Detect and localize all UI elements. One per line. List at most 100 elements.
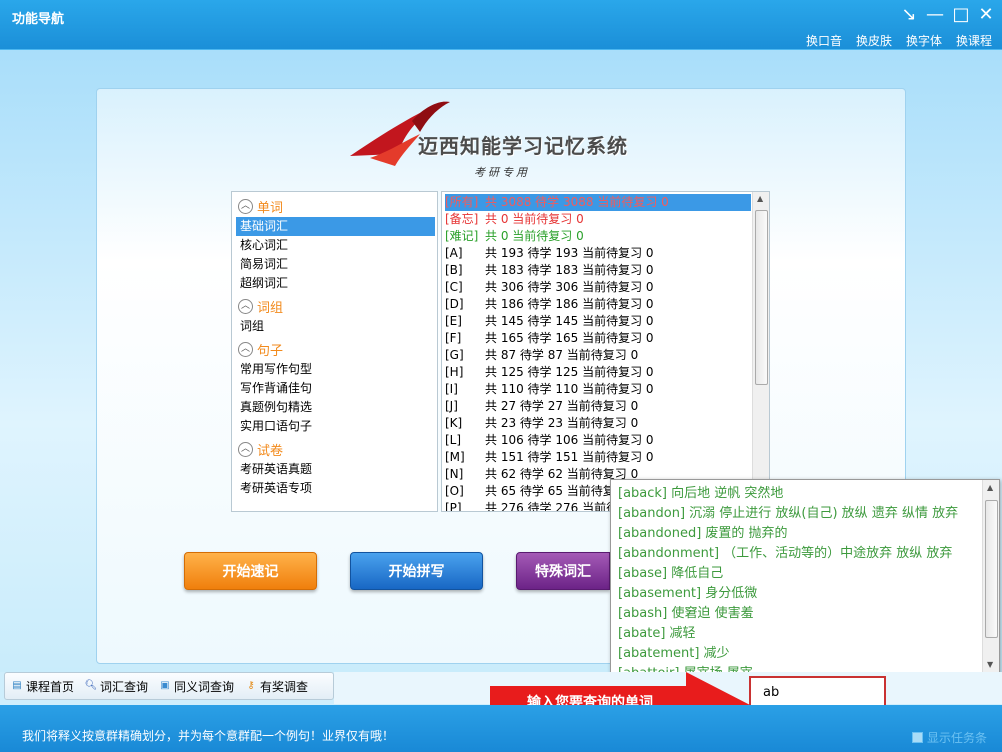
category-list[interactable]: ︿ 单词 基础词汇 核心词汇 简易词汇 超纲词汇 ︿ 词组 词组 ︿ 句子 常用…	[231, 191, 438, 512]
suggestion-scrollbar[interactable]: ▲ ▼	[982, 480, 999, 675]
word-search-input[interactable]	[751, 678, 884, 706]
word-group-key: [L]	[445, 433, 462, 447]
word-group-row[interactable]: [B] 共 183 待学 183 当前待复习 0	[445, 262, 751, 279]
category-item-beyond[interactable]: 超纲词汇	[236, 274, 435, 293]
monitor-icon: ▣	[160, 680, 170, 691]
word-group-key: [H]	[445, 365, 464, 379]
word-group-row[interactable]: [所有] 共 3088 待学 3088 当前待复习 0	[445, 194, 751, 211]
word-group-row[interactable]: [J] 共 27 待学 27 当前待复习 0	[445, 398, 751, 415]
word-group-key: [O]	[445, 484, 464, 498]
change-accent-link[interactable]: 换口音	[806, 32, 842, 49]
word-group-row[interactable]: [G] 共 87 待学 87 当前待复习 0	[445, 347, 751, 364]
vocab-query-button[interactable]: 🔍︎ 词汇查询	[79, 678, 153, 695]
category-item-core[interactable]: 核心词汇	[236, 236, 435, 255]
maximize-icon[interactable]: □	[950, 4, 972, 26]
change-course-link[interactable]: 换课程	[956, 32, 992, 49]
word-group-key: [N]	[445, 467, 464, 481]
word-group-row[interactable]: [难记] 共 0 当前待复习 0	[445, 228, 751, 245]
word-group-row[interactable]: [C] 共 306 待学 306 当前待复习 0	[445, 279, 751, 296]
suggestion-item[interactable]: [abasement] 身分低微	[618, 584, 757, 604]
suggestion-item[interactable]: [abase] 降低自己	[618, 564, 723, 584]
suggestion-item[interactable]: [abatement] 减少	[618, 644, 730, 664]
word-group-stats: 共 186 待学 186 当前待复习 0	[485, 297, 654, 311]
scroll-up-icon[interactable]: ▲	[757, 194, 763, 203]
word-group-key: [G]	[445, 348, 464, 362]
category-header-exams[interactable]: ︿ 试卷	[238, 439, 283, 459]
start-memorize-button[interactable]: 开始速记	[184, 552, 317, 590]
scrollbar-thumb[interactable]	[755, 210, 768, 385]
word-group-stats: 共 27 待学 27 当前待复习 0	[485, 399, 639, 413]
suggestion-item[interactable]: [aback] 向后地 逆帆 突然地	[618, 484, 783, 504]
word-group-row[interactable]: [L] 共 106 待学 106 当前待复习 0	[445, 432, 751, 449]
word-group-stats: 共 125 待学 125 当前待复习 0	[485, 365, 654, 379]
word-group-stats: 共 23 待学 23 当前待复习 0	[485, 416, 639, 430]
word-group-key: [P]	[445, 501, 462, 512]
word-group-stats: 共 306 待学 306 当前待复习 0	[485, 280, 654, 294]
change-skin-link[interactable]: 换皮肤	[856, 32, 892, 49]
word-group-key: [K]	[445, 416, 463, 430]
word-group-key: [A]	[445, 246, 463, 260]
word-search-box[interactable]	[749, 676, 886, 708]
category-item-basic[interactable]: 基础词汇	[236, 217, 435, 236]
word-group-stats: 共 3088 待学 3088 当前待复习 0	[485, 195, 669, 209]
category-item-easy[interactable]: 简易词汇	[236, 255, 435, 274]
word-group-key: [难记]	[445, 229, 479, 243]
restore-arrow-icon[interactable]: ↘	[898, 4, 920, 26]
suggestion-item[interactable]: [abash] 使窘迫 使害羞	[618, 604, 754, 624]
book-icon: ▤	[12, 680, 22, 691]
scroll-down-icon[interactable]: ▼	[987, 660, 993, 669]
category-item-writing-patterns[interactable]: 常用写作句型	[236, 360, 435, 379]
word-group-row[interactable]: [D] 共 186 待学 186 当前待复习 0	[445, 296, 751, 313]
category-item-past-exams[interactable]: 考研英语真题	[236, 460, 435, 479]
suggestion-item[interactable]: [abandoned] 废置的 抛弃的	[618, 524, 788, 544]
word-group-key: [I]	[445, 382, 458, 396]
minimize-icon[interactable]: —	[924, 4, 946, 26]
collapse-icon: ︿	[238, 441, 253, 457]
word-group-key: [F]	[445, 331, 462, 345]
category-item-special-exams[interactable]: 考研英语专项	[236, 479, 435, 498]
checkbox-icon[interactable]	[912, 732, 923, 743]
word-group-stats: 共 193 待学 193 当前待复习 0	[485, 246, 654, 260]
category-item-oral-sentences[interactable]: 实用口语句子	[236, 417, 435, 436]
show-taskbar-toggle[interactable]: 显示任务条	[912, 729, 987, 746]
course-home-button[interactable]: ▤ 课程首页	[5, 678, 79, 695]
word-group-row[interactable]: [F] 共 165 待学 165 当前待复习 0	[445, 330, 751, 347]
word-group-stats: 共 110 待学 110 当前待复习 0	[485, 382, 654, 396]
magnifier-icon: 🔍︎	[84, 680, 98, 691]
top-links: 换口音 换皮肤 换字体 换课程	[806, 32, 992, 49]
close-icon[interactable]: ✕	[975, 4, 997, 26]
word-group-row[interactable]: [备忘] 共 0 当前待复习 0	[445, 211, 751, 228]
word-group-list[interactable]: [所有] 共 3088 待学 3088 当前待复习 0 [备忘] 共 0 当前待复习 …	[441, 191, 770, 512]
start-spelling-button[interactable]: 开始拼写	[350, 552, 483, 590]
category-header-phrases[interactable]: ︿ 词组	[238, 296, 283, 316]
category-header-label: 词组	[257, 300, 284, 316]
scrollbar-thumb[interactable]	[985, 500, 998, 638]
category-header-sentences[interactable]: ︿ 句子	[238, 339, 283, 359]
category-item-writing-quotes[interactable]: 写作背诵佳句	[236, 379, 435, 398]
key-icon: ⚷	[247, 680, 255, 691]
category-item-phrases[interactable]: 词组	[236, 317, 435, 336]
course-home-label: 课程首页	[26, 679, 75, 694]
synonym-query-button[interactable]: ▣ 同义词查询	[153, 678, 239, 695]
bottom-toolbar: ▤ 课程首页 🔍︎ 词汇查询 ▣ 同义词查询 ⚷ 有奖调查	[4, 672, 334, 700]
word-group-row[interactable]: [A] 共 193 待学 193 当前待复习 0	[445, 245, 751, 262]
word-group-row[interactable]: [H] 共 125 待学 125 当前待复习 0	[445, 364, 751, 381]
suggestion-item[interactable]: [abate] 减轻	[618, 624, 696, 644]
special-words-button[interactable]: 特殊词汇	[516, 552, 610, 590]
suggestion-item[interactable]: [abandonment] （工作、活动等的）中途放弃 放纵 放弃	[618, 544, 952, 564]
change-font-link[interactable]: 换字体	[906, 32, 942, 49]
word-group-row[interactable]: [K] 共 23 待学 23 当前待复习 0	[445, 415, 751, 432]
survey-button[interactable]: ⚷ 有奖调查	[239, 678, 313, 695]
show-taskbar-label: 显示任务条	[927, 731, 988, 745]
suggestion-item[interactable]: [abandon] 沉溺 停止进行 放纵(自己) 放纵 遗弃 纵情 放弃	[618, 504, 958, 524]
scroll-up-icon[interactable]: ▲	[987, 483, 993, 492]
word-group-row[interactable]: [I] 共 110 待学 110 当前待复习 0	[445, 381, 751, 398]
word-group-row[interactable]: [E] 共 145 待学 145 当前待复习 0	[445, 313, 751, 330]
word-group-stats: 共 183 待学 183 当前待复习 0	[485, 263, 654, 277]
category-header-label: 句子	[257, 343, 284, 359]
category-header-words[interactable]: ︿ 单词	[238, 196, 283, 216]
suggestion-dropdown[interactable]: [aback] 向后地 逆帆 突然地 [abandon] 沉溺 停止进行 放纵(自…	[610, 479, 1000, 676]
category-item-exam-sentences[interactable]: 真题例句精选	[236, 398, 435, 417]
word-group-row[interactable]: [M] 共 151 待学 151 当前待复习 0	[445, 449, 751, 466]
word-list-scrollbar[interactable]: ▲	[752, 192, 769, 511]
